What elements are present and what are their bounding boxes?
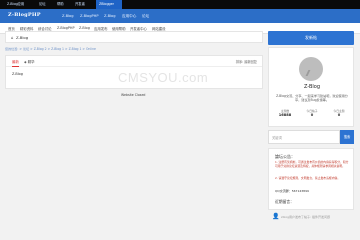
subnav-item-discussion[interactable]: 综合讨论 bbox=[38, 26, 52, 31]
subnav-item-app-release[interactable]: 应用发布 bbox=[94, 26, 108, 31]
forum-description: Z-Blog交流、分享、一起来学习建站吧，欢迎使用分享，建议及Bug反馈等。 bbox=[276, 94, 348, 103]
thread-tabs: 最新 ◈ 精华 排序: 最新回复 bbox=[6, 56, 262, 67]
site-logo[interactable]: Z-BlogPHP bbox=[8, 12, 41, 18]
announcement-line-1: 1. 注册有奖机制，可通过发布有价值的内容获得积分，积分可用于兑换论坛资源及特权… bbox=[275, 160, 349, 168]
site-status: Website Closed bbox=[121, 93, 146, 97]
topbar-tab-developer[interactable]: 开发者 bbox=[72, 0, 94, 9]
header-nav-zblogphp[interactable]: Z-BlogPHP bbox=[80, 14, 99, 18]
recent-messages-title: 近期留言： bbox=[275, 199, 294, 204]
announcement-card: 論坛公告： 1. 注册有奖机制，可通过发布有价值的内容获得积分，积分可用于兑换论… bbox=[268, 148, 354, 210]
recent-message-item[interactable]: 👤 zblog用户发布了帖子: 插件开发问题 bbox=[272, 212, 352, 222]
search-bar: 关键词 搜索 bbox=[268, 130, 354, 144]
forum-title-bar: ⌂ Z-Blog bbox=[5, 31, 263, 43]
header-nav-zblog[interactable]: Z-Blog bbox=[62, 14, 74, 18]
tab-latest[interactable]: 最新 bbox=[12, 59, 19, 67]
header-nav-zblog-2[interactable]: Z-Blog bbox=[104, 14, 116, 18]
stat-today-posts-value: 0 bbox=[310, 113, 314, 117]
subnav-item-site-building[interactable]: 网站建设 bbox=[152, 26, 166, 31]
speech-bubble-avatar-icon bbox=[299, 57, 323, 81]
site-header: Z-BlogPHP Z-Blog Z-BlogPHP Z-Blog 应用中心 论… bbox=[0, 9, 360, 23]
stat-today-topics-value: 0 bbox=[337, 113, 341, 117]
qq-group[interactable]: QQ交流群：567143899 bbox=[275, 189, 309, 193]
subnav-item-dev-center[interactable]: 开发者中心 bbox=[130, 26, 147, 31]
topbar-tab-forum[interactable]: 论坛 bbox=[36, 0, 52, 9]
home-icon[interactable]: ⌂ bbox=[11, 35, 14, 40]
subnav-item-zblogphp[interactable]: Z-BlogPHP bbox=[57, 26, 75, 30]
thread-row[interactable]: Z-Blog bbox=[12, 72, 23, 76]
topbar-tab-help[interactable]: 帮助 bbox=[54, 0, 70, 9]
topbar-tab-zblogger[interactable]: ZBlogger bbox=[96, 0, 122, 9]
top-bar: Z-Blog应用 论坛 帮助 开发者 ZBlogger bbox=[0, 0, 360, 9]
search-button[interactable]: 搜索 bbox=[340, 130, 354, 144]
diamond-icon: ◈ bbox=[24, 59, 27, 64]
sort-dropdown[interactable]: 排序: 最新回复 bbox=[236, 59, 257, 64]
tab-featured[interactable]: ◈ 精华 bbox=[24, 59, 34, 64]
search-input[interactable]: 关键词 bbox=[268, 130, 340, 144]
stat-today-topics: 今日主题 0 bbox=[325, 109, 353, 117]
user-icon: 👤 bbox=[272, 213, 280, 220]
subnav-item-zblog[interactable]: Z-Blog bbox=[79, 26, 90, 30]
tab-featured-label: 精华 bbox=[27, 59, 35, 64]
header-nav-forum[interactable]: 论坛 bbox=[142, 14, 149, 19]
watermark: CMSYOU.com bbox=[118, 70, 209, 85]
subnav-item-featured[interactable]: 精彩资料 bbox=[20, 26, 34, 31]
new-post-button[interactable]: 发新帖 bbox=[268, 31, 354, 45]
recent-message-text: zblog用户发布了帖子: 插件开发问题 bbox=[281, 214, 331, 219]
stat-topics-value: 16888 bbox=[278, 113, 292, 117]
stat-today-posts: 今日帖子 0 bbox=[298, 109, 326, 117]
topbar-tab-zblog-apps[interactable]: Z-Blog应用 bbox=[4, 0, 34, 9]
header-nav-app-center[interactable]: 应用中心 bbox=[122, 14, 136, 19]
announcement-line-2: 2. 请遵守论坛规则，文明发言，禁止发布违规内容。 bbox=[275, 176, 341, 180]
stat-topics: 主题数 16888 bbox=[271, 109, 299, 117]
subnav-item-home[interactable]: 首页 bbox=[8, 26, 15, 31]
subnav-item-help[interactable]: 使用帮助 bbox=[112, 26, 126, 31]
forum-name: Z-Blog bbox=[303, 84, 320, 90]
breadcrumb[interactable]: 您的位置: > 论坛 > Z-Blog 2 > Z-Blog 1 > Z-Blo… bbox=[5, 46, 96, 51]
forum-title: Z-Blog bbox=[16, 35, 29, 40]
forum-profile-card: Z-Blog Z-Blog交流、分享、一起来学习建站吧，欢迎使用分享，建议及Bu… bbox=[268, 47, 354, 127]
